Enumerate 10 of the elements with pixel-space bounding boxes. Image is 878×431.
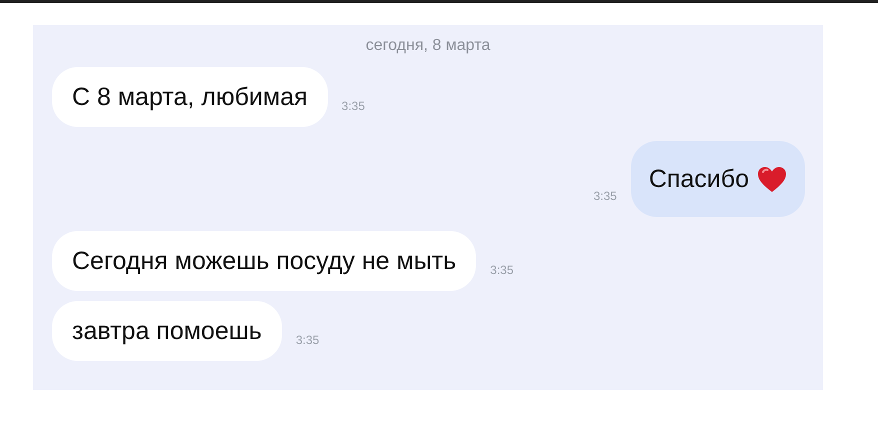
message-bubble: завтра помоешь <box>52 301 282 361</box>
message-bubble: С 8 марта, любимая <box>52 67 328 127</box>
message-time: 3:35 <box>490 263 514 277</box>
date-header: сегодня, 8 марта <box>366 37 490 55</box>
heart-icon <box>757 166 787 192</box>
message-bubble: Спасибо <box>630 141 805 217</box>
message-time: 3:35 <box>342 99 365 113</box>
message-bubble: Сегодня можешь посуду не мыть <box>52 231 476 291</box>
message-time: 3:35 <box>296 333 320 347</box>
message-time: 3:35 <box>593 189 617 203</box>
